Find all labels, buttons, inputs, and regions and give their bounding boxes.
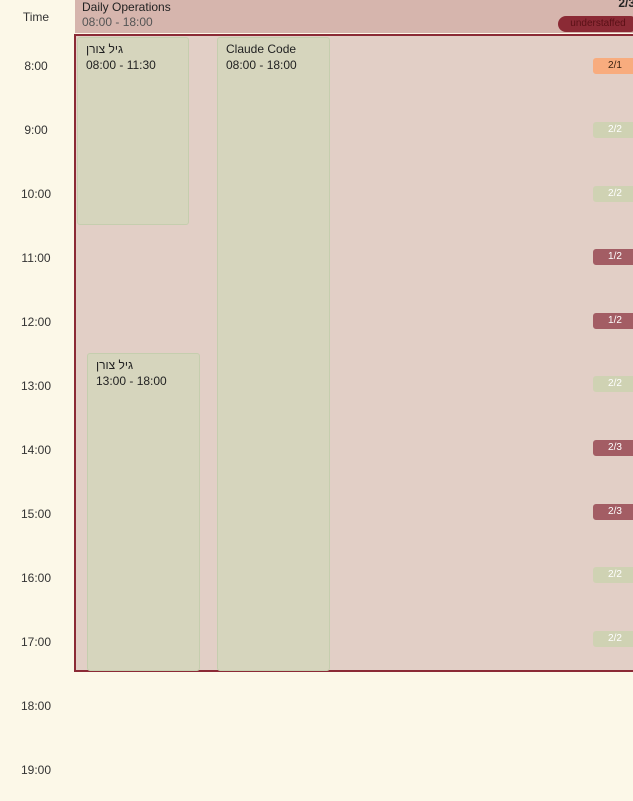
hour-label: 10:00: [20, 187, 52, 201]
assignee-name: גיל צורן: [86, 42, 124, 56]
shift-header[interactable]: Daily Operations 08:00 - 18:00 2/3 under…: [75, 0, 633, 33]
assignment-block[interactable]: גיל צורן 13:00 - 18:00: [87, 353, 200, 671]
coverage-badge: 2/2: [593, 567, 633, 583]
status-badge: understaffed: [558, 16, 633, 32]
hour-label: 14:00: [20, 443, 52, 457]
hour-label: 11:00: [21, 251, 51, 265]
shift-staff-count: 2/3: [618, 0, 633, 10]
hour-label: 13:00: [20, 379, 52, 393]
time-column-header: Time: [22, 9, 50, 24]
hour-label: 15:00: [20, 507, 52, 521]
coverage-badge: 2/3: [593, 504, 633, 520]
coverage-badge: 1/2: [593, 313, 633, 329]
coverage-badge: 2/2: [593, 186, 633, 202]
assignment-time: 08:00 - 18:00: [226, 58, 297, 72]
coverage-badge: 2/1: [593, 58, 633, 74]
assignee-name: גיל צורן: [96, 358, 134, 372]
coverage-badge: 2/2: [593, 122, 633, 138]
assignee-name: Claude Code: [226, 42, 297, 56]
hour-label: 19:00: [20, 763, 52, 777]
hour-label: 8:00: [24, 59, 48, 73]
hour-label: 17:00: [20, 635, 52, 649]
hour-label: 18:00: [20, 699, 52, 713]
coverage-badge: 1/2: [593, 249, 633, 265]
hour-label: 9:00: [24, 123, 48, 137]
shift-time-range: 08:00 - 18:00: [82, 15, 153, 29]
hour-label: 16:00: [20, 571, 52, 585]
assignment-block[interactable]: Claude Code 08:00 - 18:00: [217, 37, 330, 671]
coverage-badge: 2/3: [593, 440, 633, 456]
hour-label: 12:00: [20, 315, 52, 329]
assignment-time: 13:00 - 18:00: [96, 374, 167, 388]
assignment-time: 08:00 - 11:30: [86, 58, 156, 72]
assignment-block[interactable]: גיל צורן 08:00 - 11:30: [77, 37, 189, 225]
coverage-badge: 2/2: [593, 376, 633, 392]
shift-title: Daily Operations: [82, 0, 171, 14]
coverage-badge: 2/2: [593, 631, 633, 647]
